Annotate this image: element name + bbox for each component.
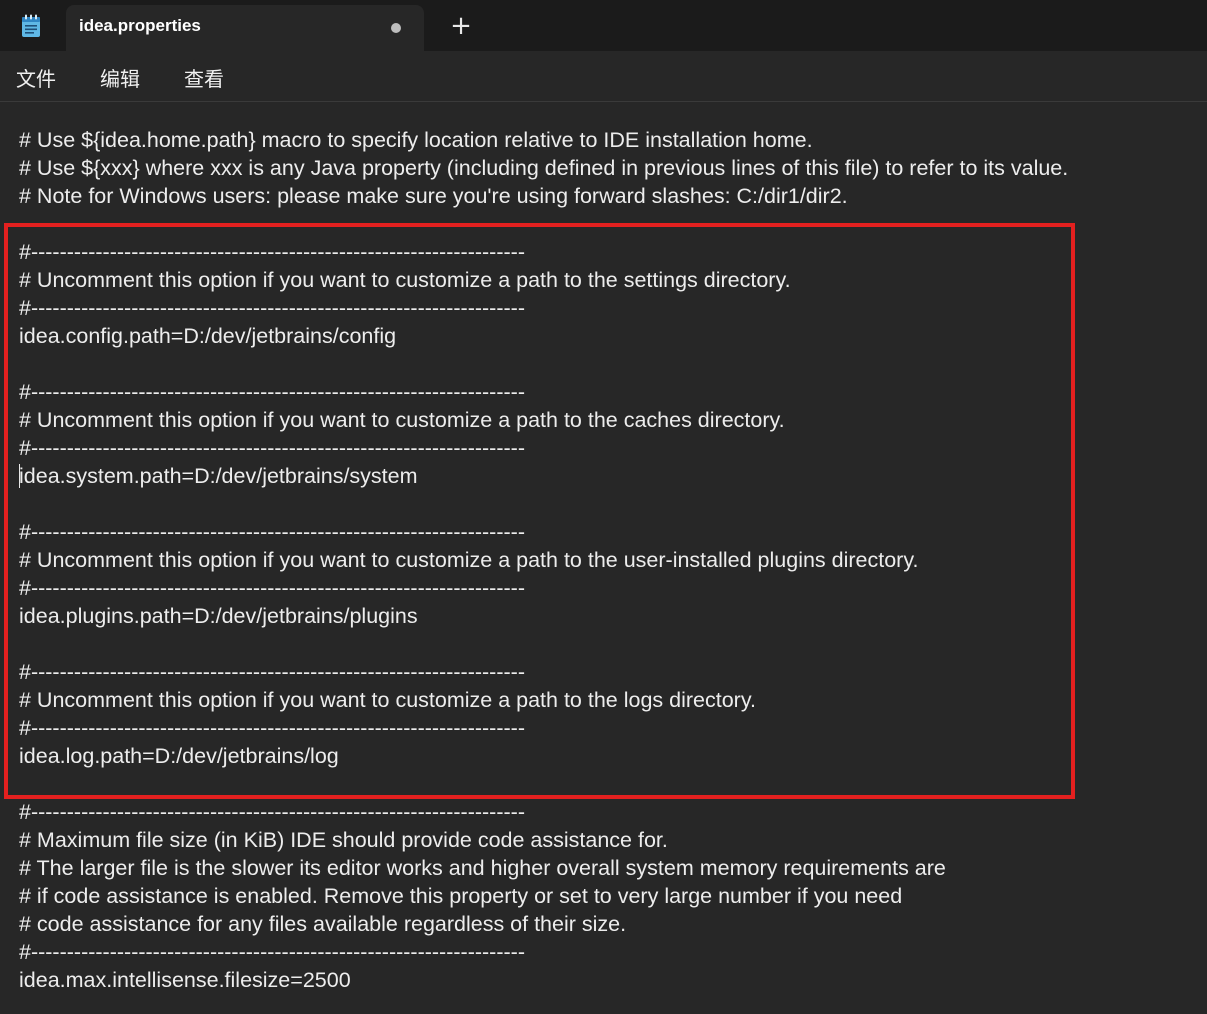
editor-line: idea.plugins.path=D:/dev/jetbrains/plugi… bbox=[19, 604, 418, 628]
menu-edit[interactable]: 编辑 bbox=[100, 63, 140, 92]
editor-line: # code assistance for any files availabl… bbox=[19, 912, 627, 936]
notepad-icon bbox=[22, 14, 40, 37]
editor-line: #---------------------------------------… bbox=[19, 436, 525, 460]
editor-line: # Uncomment this option if you want to c… bbox=[19, 548, 919, 572]
editor-line: # The larger file is the slower its edit… bbox=[19, 856, 946, 880]
text-editor[interactable]: # Use ${idea.home.path} macro to specify… bbox=[0, 102, 1207, 1014]
tab-title: idea.properties bbox=[79, 16, 201, 35]
editor-line: #---------------------------------------… bbox=[19, 800, 525, 824]
editor-line: # Note for Windows users: please make su… bbox=[19, 184, 848, 208]
editor-line: # Uncomment this option if you want to c… bbox=[19, 688, 756, 712]
text-caret bbox=[19, 464, 20, 488]
editor-line: #---------------------------------------… bbox=[19, 716, 525, 740]
editor-line: idea.log.path=D:/dev/jetbrains/log bbox=[19, 744, 339, 768]
editor-line: #---------------------------------------… bbox=[19, 296, 525, 320]
editor-line: #---------------------------------------… bbox=[19, 520, 525, 544]
editor-line: # Use ${idea.home.path} macro to specify… bbox=[19, 128, 813, 152]
title-bar: idea.properties + bbox=[0, 0, 1207, 51]
editor-line: # Uncomment this option if you want to c… bbox=[19, 268, 791, 292]
editor-line: # Use ${xxx} where xxx is any Java prope… bbox=[19, 156, 1069, 180]
unsaved-dot-icon[interactable] bbox=[391, 23, 401, 33]
editor-line: #---------------------------------------… bbox=[19, 576, 525, 600]
editor-line: #---------------------------------------… bbox=[19, 940, 525, 964]
menu-file[interactable]: 文件 bbox=[16, 63, 56, 92]
new-tab-button[interactable]: + bbox=[446, 11, 476, 41]
editor-line: # if code assistance is enabled. Remove … bbox=[19, 884, 903, 908]
editor-line: idea.system.path=D:/dev/jetbrains/system bbox=[19, 464, 418, 488]
editor-line: idea.max.intellisense.filesize=2500 bbox=[19, 968, 351, 992]
editor-line: #---------------------------------------… bbox=[19, 240, 525, 264]
menu-bar: 文件 编辑 查看 bbox=[0, 51, 1207, 102]
editor-line: #---------------------------------------… bbox=[19, 380, 525, 404]
editor-line: idea.config.path=D:/dev/jetbrains/config bbox=[19, 324, 397, 348]
editor-line: # Uncomment this option if you want to c… bbox=[19, 408, 785, 432]
editor-line: # Maximum file size (in KiB) IDE should … bbox=[19, 828, 668, 852]
tab-idea-properties[interactable]: idea.properties bbox=[66, 5, 424, 51]
editor-line: #---------------------------------------… bbox=[19, 660, 525, 684]
menu-view[interactable]: 查看 bbox=[184, 63, 224, 92]
